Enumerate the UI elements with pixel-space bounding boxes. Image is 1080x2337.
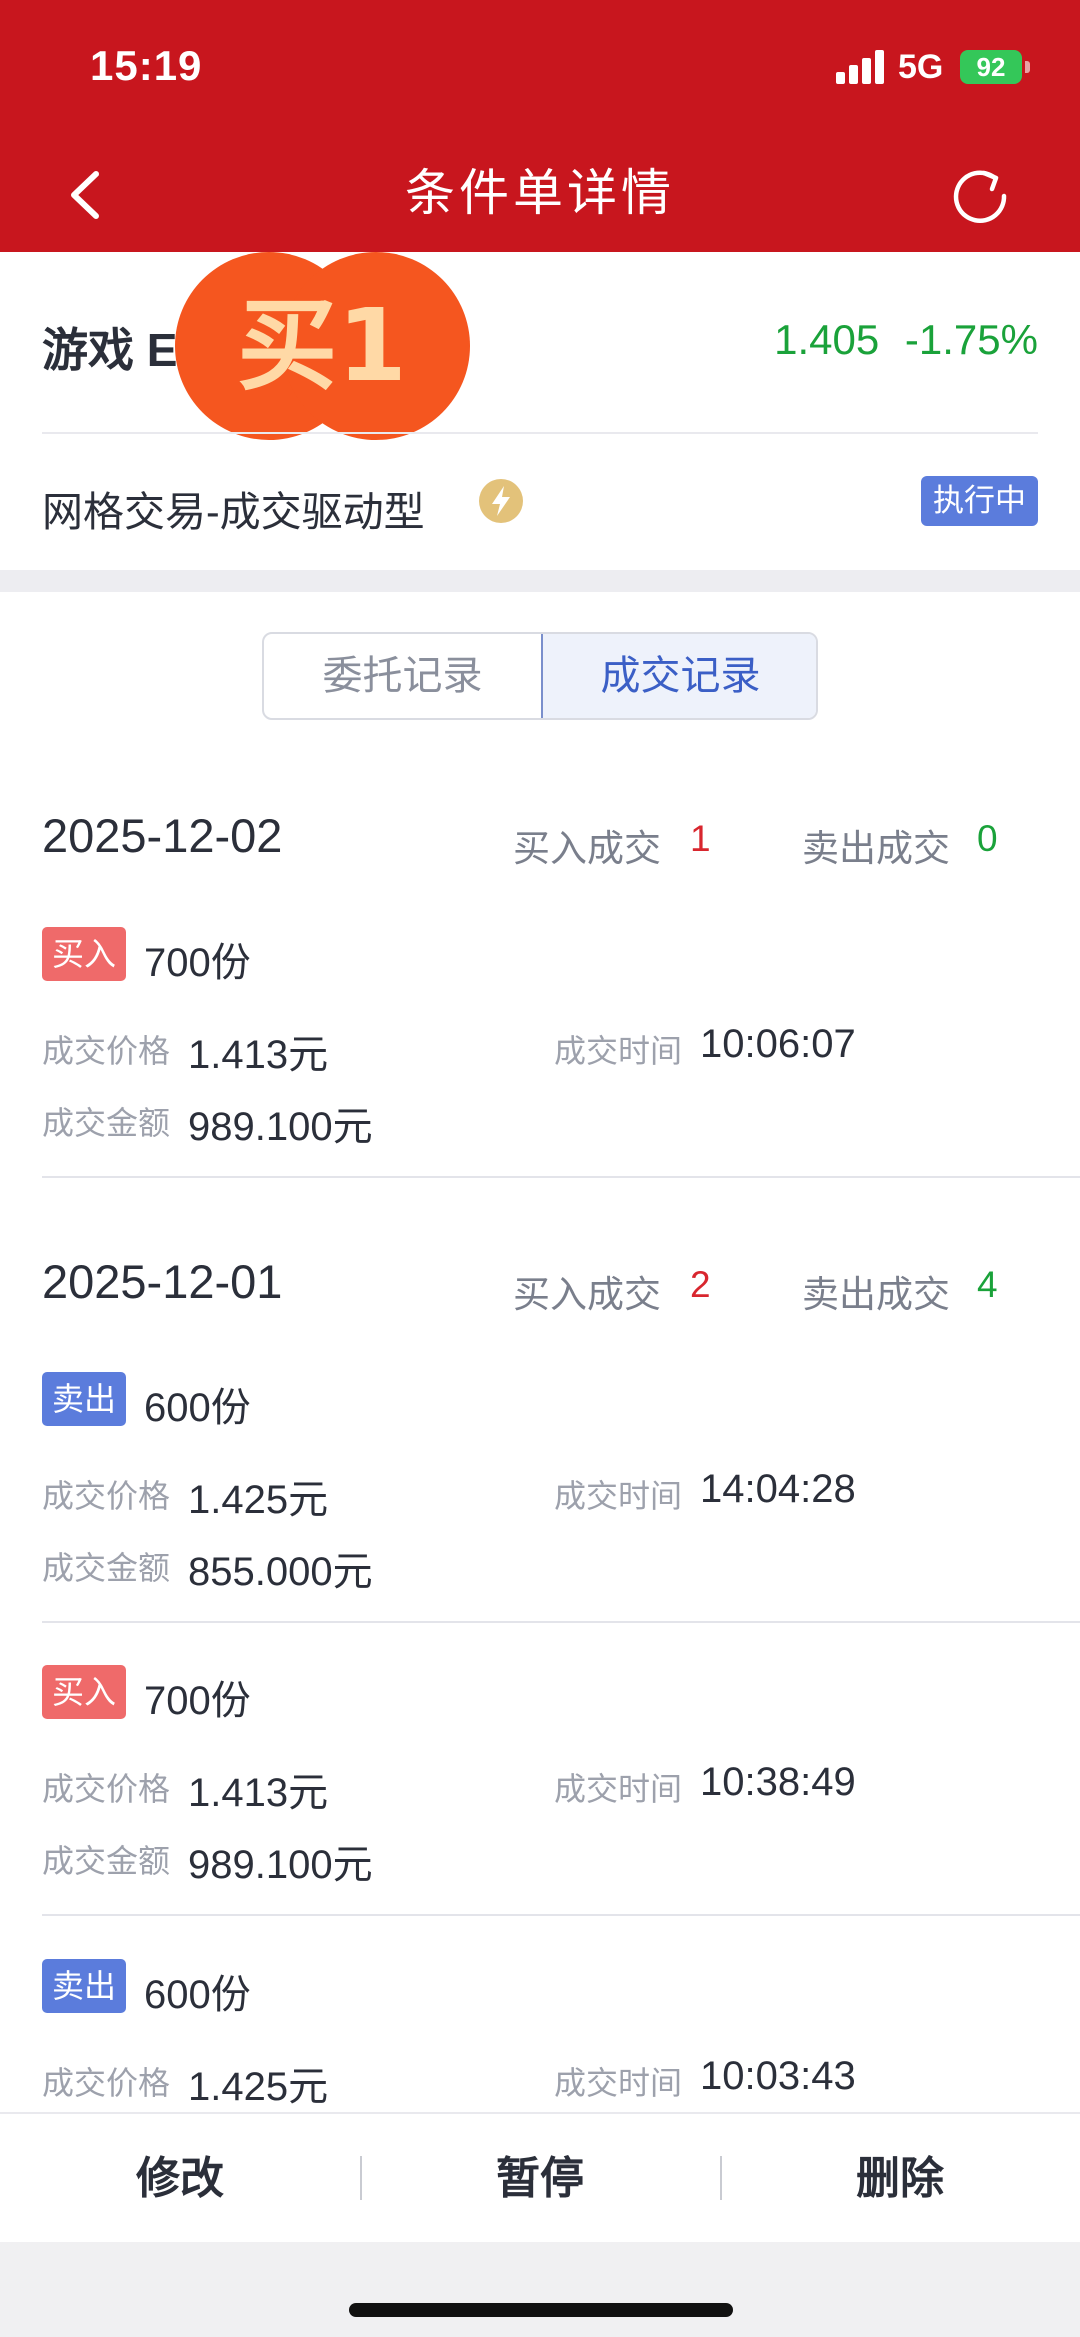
time-label: 成交时间 [554, 2065, 683, 2101]
delete-button[interactable]: 删除 [750, 2114, 1050, 2244]
refresh-icon[interactable] [946, 160, 1016, 230]
stock-header-card: 游戏 E 买1 1.405 -1.75% 网格交易-成交驱动型 执行中 [0, 252, 1080, 570]
status-badge: 执行中 [921, 476, 1038, 526]
price-label: 成交价格 [42, 1033, 171, 1069]
stock-change: -1.75% [904, 316, 1038, 363]
divider [42, 432, 1038, 434]
tab-order-records[interactable]: 委托记录 [264, 634, 541, 718]
home-indicator-area [0, 2242, 1080, 2337]
time-label: 成交时间 [554, 1478, 683, 1514]
pause-button[interactable]: 暂停 [390, 2114, 690, 2244]
price-label: 成交价格 [42, 2065, 171, 2101]
side-tag-sell: 卖出 [42, 1959, 127, 2013]
sell-count-value: 4 [977, 1264, 998, 1305]
sell-count-value: 0 [977, 818, 998, 859]
divider [42, 1621, 1080, 1623]
time-label: 成交时间 [554, 1033, 683, 1069]
trade-amount: 855.000元 [188, 1550, 373, 1594]
stock-name: 游戏 E [42, 324, 178, 376]
amount-label: 成交金额 [42, 1843, 171, 1879]
trade-price: 1.413元 [188, 1771, 329, 1815]
side-tag-sell: 卖出 [42, 1372, 127, 1426]
network-type: 5G [898, 48, 944, 86]
trade-qty: 600份 [144, 1973, 251, 2017]
status-time: 15:19 [90, 42, 203, 89]
trade-price: 1.425元 [188, 1478, 329, 1522]
sell-count-label: 卖出成交 [802, 828, 950, 869]
bottom-action-bar: 修改 暂停 删除 [0, 2112, 1080, 2242]
side-tag-buy: 买入 [42, 1665, 127, 1719]
side-tag-buy: 买入 [42, 927, 127, 981]
trade-time: 14:04:28 [700, 1467, 856, 1511]
trade-amount: 989.100元 [188, 1105, 373, 1149]
page-title: 条件单详情 [405, 165, 675, 221]
home-indicator[interactable] [349, 2303, 733, 2317]
buy1-overlay-text: 买1 [237, 287, 407, 404]
time-label: 成交时间 [554, 1771, 683, 1807]
buy1-overlay-badge: 买1 [175, 252, 470, 440]
trade-qty: 700份 [144, 1679, 251, 1723]
sell-count-label: 卖出成交 [802, 1274, 950, 1315]
divider [42, 1176, 1080, 1178]
nav-bar: 条件单详情 [0, 140, 1080, 252]
battery-icon: 92 [960, 50, 1022, 84]
strategy-name: 网格交易-成交驱动型 [42, 489, 425, 535]
record-tabs: 委托记录 成交记录 [262, 632, 818, 720]
trade-time: 10:06:07 [700, 1022, 856, 1066]
signal-icon [836, 50, 888, 84]
amount-label: 成交金额 [42, 1550, 171, 1586]
trade-qty: 600份 [144, 1386, 251, 1430]
status-bar: 15:19 5G 92 [0, 0, 1080, 140]
stock-quote: 1.405 -1.75% [774, 316, 1038, 364]
trade-qty: 700份 [144, 941, 251, 985]
lightning-icon [479, 479, 523, 523]
divider [42, 1914, 1080, 1916]
buy-count-label: 买入成交 [513, 1274, 661, 1315]
battery-tip [1025, 61, 1030, 73]
trade-price: 1.425元 [188, 2065, 329, 2109]
buy-count-label: 买入成交 [513, 828, 661, 869]
price-label: 成交价格 [42, 1771, 171, 1807]
tab-trade-records[interactable]: 成交记录 [541, 634, 816, 718]
section-gap [0, 570, 1080, 592]
group-date: 2025-12-01 [42, 1255, 283, 1308]
group-date: 2025-12-02 [42, 809, 283, 862]
trade-amount: 989.100元 [188, 1843, 373, 1887]
stock-price: 1.405 [774, 316, 880, 363]
amount-label: 成交金额 [42, 1105, 171, 1141]
trade-price: 1.413元 [188, 1033, 329, 1077]
buy-count-value: 2 [690, 1264, 711, 1305]
divider [720, 2156, 722, 2200]
divider [360, 2156, 362, 2200]
modify-button[interactable]: 修改 [30, 2114, 330, 2244]
price-label: 成交价格 [42, 1478, 171, 1514]
trade-time: 10:03:43 [700, 2054, 856, 2098]
trade-time: 10:38:49 [700, 1760, 856, 1804]
buy-count-value: 1 [690, 818, 711, 859]
